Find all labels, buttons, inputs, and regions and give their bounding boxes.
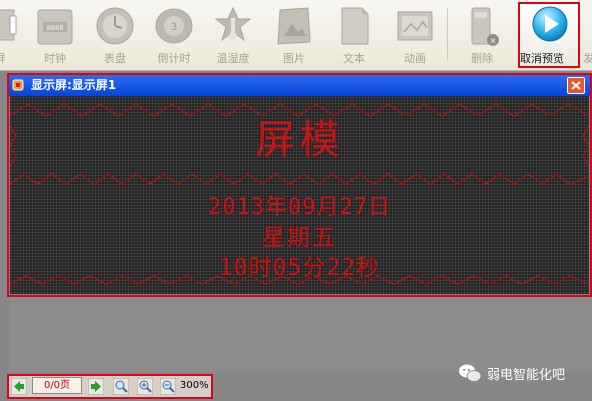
- screen-icon: [0, 9, 17, 41]
- toolbar-label-picture: 图片: [283, 52, 305, 65]
- thermometer-icon: [214, 6, 252, 42]
- zoom-in-button[interactable]: [137, 378, 153, 395]
- toolbar-label-delete: 删除: [471, 52, 493, 65]
- led-date-text: 2013年09月27日: [208, 195, 391, 220]
- svg-text:8888: 8888: [47, 24, 64, 32]
- toolbar-label-text: 文本: [343, 52, 365, 65]
- window-icon: [12, 79, 24, 91]
- toolbar-label-countdown: 倒计时: [157, 52, 191, 65]
- next-page-button[interactable]: [88, 378, 104, 395]
- zoom-out-button[interactable]: [160, 378, 176, 395]
- digital-clock-icon: 8888: [37, 9, 73, 45]
- toolbar-item-dial[interactable]: 表盘: [87, 2, 143, 68]
- picture-icon: [277, 7, 311, 45]
- svg-text:3: 3: [171, 22, 177, 33]
- text-icon: [341, 7, 369, 45]
- toolbar-item-send[interactable]: 发: [583, 2, 592, 68]
- canvas-area: [10, 297, 592, 372]
- toolbar-item-clock[interactable]: 8888 时钟: [27, 2, 83, 68]
- led-time-text: 10时05分22秒: [218, 255, 381, 281]
- close-icon: [571, 81, 581, 90]
- svg-text:×: ×: [490, 36, 497, 45]
- prev-page-button[interactable]: [11, 378, 27, 395]
- toolbar-label-send: 发: [583, 52, 592, 65]
- toolbar-label-dial: 表盘: [104, 52, 126, 65]
- countdown-icon: 3: [155, 8, 193, 44]
- wechat-icon: [459, 364, 482, 382]
- toolbar-item-temperature[interactable]: 温湿度: [205, 2, 261, 68]
- toolbar-label-temperature: 温湿度: [216, 52, 250, 65]
- toolbar-item-picture[interactable]: 图片: [266, 2, 322, 68]
- led-weekday-text: 星期五: [262, 225, 337, 251]
- toolbar-label-clock: 时钟: [44, 52, 66, 65]
- display-window-titlebar[interactable]: 显示屏:显示屏1: [9, 75, 590, 96]
- toolbar-item-animation[interactable]: 动画: [387, 2, 443, 68]
- zoom-fit-button[interactable]: [113, 378, 129, 395]
- dial-icon: [96, 7, 134, 45]
- toolbar: 屏 8888 时钟 表盘 3 倒计时 温湿度: [0, 0, 592, 71]
- animation-icon: [397, 11, 433, 41]
- play-icon: [532, 6, 568, 42]
- toolbar-label-screen: 屏: [0, 52, 28, 66]
- delete-icon: ×: [471, 7, 499, 46]
- toolbar-label-animation: 动画: [404, 52, 426, 65]
- led-display: 屏模 2013年09月27日 星期五 10时05分22秒: [10, 96, 589, 294]
- toolbar-item-text[interactable]: 文本: [326, 2, 382, 68]
- close-button[interactable]: [567, 77, 585, 94]
- window-title: 显示屏:显示屏1: [31, 78, 117, 92]
- page-indicator[interactable]: 0/0页: [32, 377, 82, 394]
- toolbar-item-screen[interactable]: 屏: [0, 2, 28, 68]
- cancel-preview-button[interactable]: 取消预览: [518, 2, 580, 68]
- toolbar-separator: [447, 8, 448, 60]
- watermark-text: 弱电智能化吧: [487, 368, 566, 383]
- zoom-level: 300%: [180, 380, 209, 391]
- toolbar-item-delete[interactable]: × 删除: [454, 2, 510, 68]
- led-title-text: 屏模: [255, 117, 344, 163]
- toolbar-item-countdown[interactable]: 3 倒计时: [146, 2, 202, 68]
- cancel-preview-label: 取消预览: [520, 52, 564, 65]
